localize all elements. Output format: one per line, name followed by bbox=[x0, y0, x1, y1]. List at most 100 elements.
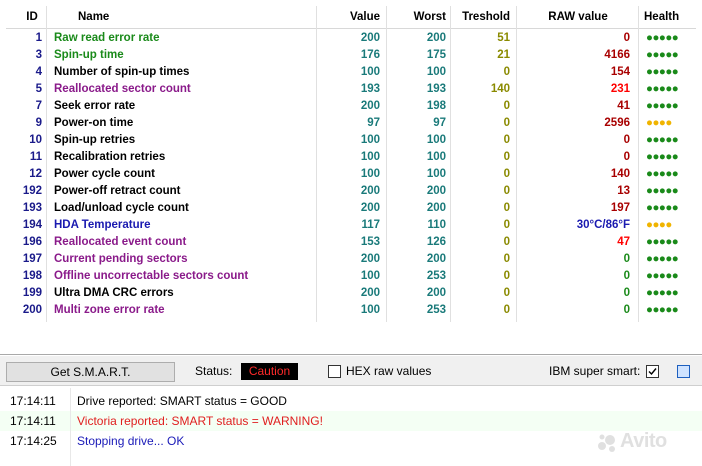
cell-raw-value: 231 bbox=[610, 83, 630, 95]
cell-health: ●●●●● bbox=[646, 202, 679, 214]
color-indicator-box[interactable] bbox=[677, 365, 690, 378]
table-row[interactable]: 197 Current pending sectors 200 200 0 0 ●●●●● bbox=[0, 251, 702, 268]
cell-value: 153 bbox=[360, 236, 380, 248]
header-name[interactable]: Name bbox=[78, 6, 340, 28]
table-row[interactable]: 200 Multi zone error rate 100 253 0 0 ●●●●● bbox=[0, 302, 702, 319]
cell-name: Power-on time bbox=[54, 117, 134, 129]
cell-worst: 200 bbox=[426, 185, 446, 197]
cell-name: Raw read error rate bbox=[54, 32, 160, 44]
cell-health: ●●●●● bbox=[646, 134, 679, 146]
cell-value: 100 bbox=[360, 134, 380, 146]
table-row[interactable]: 12 Power cycle count 100 100 0 140 ●●●●● bbox=[0, 166, 702, 183]
header-health[interactable]: Health bbox=[644, 6, 696, 28]
table-header: ID Name Value Worst Treshold RAW value H… bbox=[0, 6, 702, 28]
table-row[interactable]: 9 Power-on time 97 97 0 2596 ●●●● bbox=[0, 115, 702, 132]
log-time: 17:14:11 bbox=[10, 394, 56, 408]
table-row[interactable]: 1 Raw read error rate 200 200 51 0 ●●●●● bbox=[0, 30, 702, 47]
cell-threshold: 0 bbox=[503, 168, 510, 180]
hex-raw-checkbox[interactable] bbox=[328, 365, 341, 378]
cell-raw-value: 41 bbox=[617, 100, 630, 112]
status-label: Status: bbox=[195, 364, 233, 378]
log-message: Drive reported: SMART status = GOOD bbox=[77, 394, 287, 408]
cell-value: 200 bbox=[360, 100, 380, 112]
cell-name: Power-off retract count bbox=[54, 185, 181, 197]
table-row[interactable]: 193 Load/unload cycle count 200 200 0 197 ●●●●… bbox=[0, 200, 702, 217]
get-smart-button[interactable]: Get S.M.A.R.T. bbox=[6, 362, 175, 382]
cell-health: ●●●●● bbox=[646, 83, 679, 95]
cell-raw-value: 4166 bbox=[604, 49, 630, 61]
cell-value: 100 bbox=[360, 66, 380, 78]
header-value[interactable]: Value bbox=[318, 6, 380, 28]
table-row[interactable]: 196 Reallocated event count 153 126 0 47 ●●●●● bbox=[0, 234, 702, 251]
cell-worst: 100 bbox=[426, 168, 446, 180]
cell-id: 192 bbox=[22, 185, 42, 197]
table-row[interactable]: 10 Spin-up retries 100 100 0 0 ●●●●● bbox=[0, 132, 702, 149]
cell-worst: 198 bbox=[426, 100, 446, 112]
cell-health: ●●●● bbox=[646, 117, 672, 129]
cell-raw-value: 0 bbox=[623, 134, 630, 146]
cell-value: 100 bbox=[360, 168, 380, 180]
cell-raw-value: 154 bbox=[610, 66, 630, 78]
table-row[interactable]: 5 Reallocated sector count 193 193 140 231 ●●●… bbox=[0, 81, 702, 98]
cell-raw-value: 0 bbox=[623, 32, 630, 44]
cell-worst: 97 bbox=[433, 117, 446, 129]
cell-value: 100 bbox=[360, 270, 380, 282]
cell-id: 193 bbox=[22, 202, 42, 214]
cell-worst: 126 bbox=[426, 236, 446, 248]
table-row[interactable]: 194 HDA Temperature 117 110 0 30°C/86°F ●●●● bbox=[0, 217, 702, 234]
cell-raw-value: 47 bbox=[617, 236, 630, 248]
cell-threshold: 0 bbox=[503, 134, 510, 146]
cell-threshold: 0 bbox=[503, 304, 510, 316]
table-row[interactable]: 11 Recalibration retries 100 100 0 0 ●●●●● bbox=[0, 149, 702, 166]
table-row[interactable]: 198 Offline uncorrectable sectors count 10… bbox=[0, 268, 702, 285]
cell-threshold: 0 bbox=[503, 253, 510, 265]
cell-health: ●●●●● bbox=[646, 66, 679, 78]
cell-worst: 110 bbox=[427, 219, 446, 231]
ibm-super-smart-checkbox[interactable] bbox=[646, 365, 659, 378]
cell-name: Ultra DMA CRC errors bbox=[54, 287, 174, 299]
cell-value: 200 bbox=[360, 253, 380, 265]
log-entry: 17:14:11 Drive reported: SMART status = G… bbox=[0, 391, 702, 411]
cell-health: ●●●●● bbox=[646, 185, 679, 197]
cell-id: 1 bbox=[35, 32, 42, 44]
ibm-super-smart-label[interactable]: IBM super smart: bbox=[549, 364, 640, 378]
header-threshold[interactable]: Treshold bbox=[452, 6, 510, 28]
cell-health: ●●●●● bbox=[646, 270, 679, 282]
table-row[interactable]: 4 Number of spin-up times 100 100 0 154 ●●●●● bbox=[0, 64, 702, 81]
cell-value: 200 bbox=[360, 185, 380, 197]
table-row[interactable]: 3 Spin-up time 176 175 21 4166 ●●●●● bbox=[0, 47, 702, 64]
cell-threshold: 0 bbox=[503, 117, 510, 129]
table-row[interactable]: 192 Power-off retract count 200 200 0 13 ●●●●● bbox=[0, 183, 702, 200]
cell-raw-value: 2596 bbox=[604, 117, 630, 129]
event-log: 17:14:11 Drive reported: SMART status = G… bbox=[0, 388, 702, 466]
watermark-text: Avito bbox=[620, 430, 667, 452]
table-row[interactable]: 199 Ultra DMA CRC errors 200 200 0 0 ●●●●● bbox=[0, 285, 702, 302]
cell-threshold: 0 bbox=[503, 236, 510, 248]
cell-threshold: 140 bbox=[490, 83, 510, 95]
cell-threshold: 0 bbox=[503, 100, 510, 112]
cell-raw-value: 13 bbox=[617, 185, 630, 197]
header-raw-value[interactable]: RAW value bbox=[520, 6, 636, 28]
cell-name: Reallocated event count bbox=[54, 236, 187, 248]
smart-attributes-table: ID Name Value Worst Treshold RAW value H… bbox=[0, 0, 702, 355]
header-worst[interactable]: Worst bbox=[388, 6, 446, 28]
cell-id: 200 bbox=[22, 304, 42, 316]
cell-id: 10 bbox=[29, 134, 42, 146]
table-row[interactable]: 7 Seek error rate 200 198 0 41 ●●●●● bbox=[0, 98, 702, 115]
cell-id: 3 bbox=[35, 49, 42, 61]
cell-name: Current pending sectors bbox=[54, 253, 188, 265]
cell-worst: 200 bbox=[426, 32, 446, 44]
cell-health: ●●●●● bbox=[646, 236, 679, 248]
hex-raw-label[interactable]: HEX raw values bbox=[346, 364, 431, 378]
cell-threshold: 0 bbox=[503, 202, 510, 214]
cell-raw-value: 0 bbox=[623, 270, 630, 282]
cell-name: Spin-up time bbox=[54, 49, 124, 61]
cell-raw-value: 0 bbox=[623, 253, 630, 265]
cell-threshold: 0 bbox=[503, 287, 510, 299]
cell-id: 197 bbox=[22, 253, 42, 265]
cell-threshold: 21 bbox=[497, 49, 510, 61]
status-badge: Caution bbox=[241, 363, 298, 380]
header-id[interactable]: ID bbox=[14, 6, 50, 28]
cell-name: Seek error rate bbox=[54, 100, 136, 112]
cell-threshold: 51 bbox=[497, 32, 510, 44]
